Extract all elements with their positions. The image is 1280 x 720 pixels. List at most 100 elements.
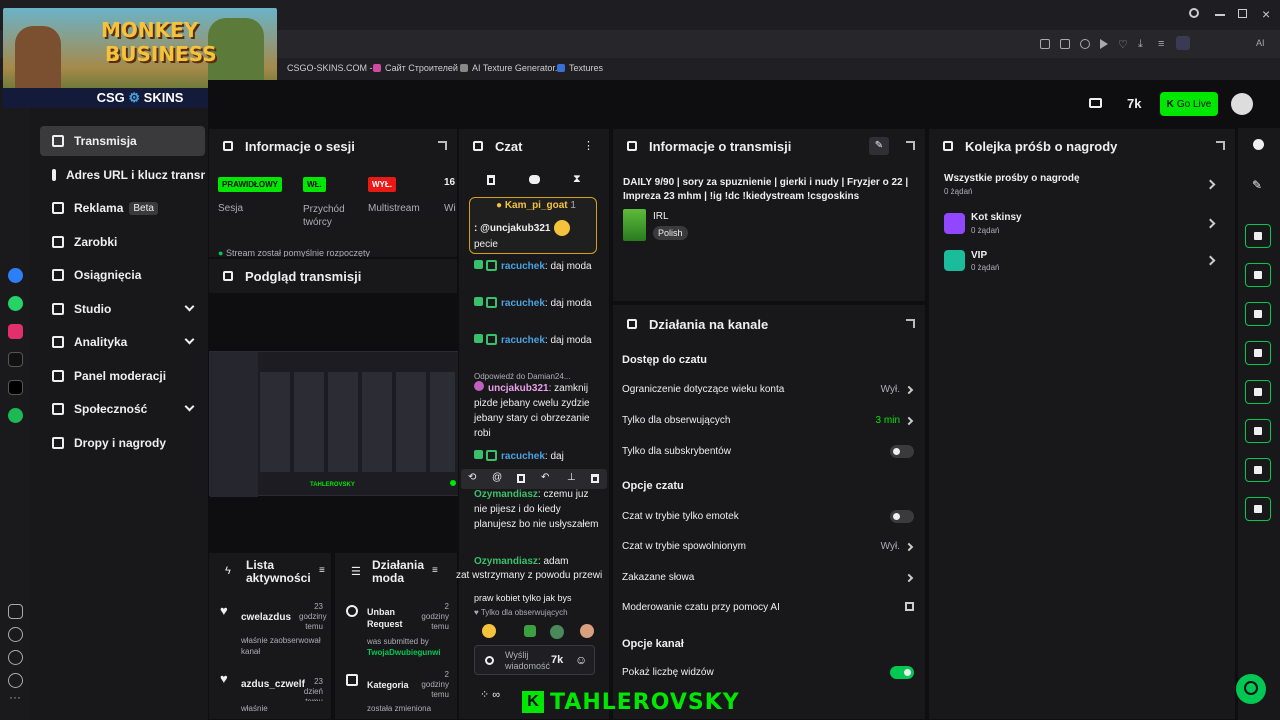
copy-icon[interactable] — [517, 474, 525, 483]
reward-item[interactable]: VIP 0 żądań — [944, 249, 1220, 277]
avatar[interactable] — [1231, 93, 1253, 115]
sidebar-item-stream-key[interactable]: Adres URL i klucz transmisji — [40, 160, 205, 190]
tool-stream-info-button[interactable] — [1245, 458, 1271, 482]
menu-icon[interactable]: ≡ — [1158, 38, 1164, 50]
play-icon[interactable] — [1100, 39, 1108, 49]
setting-row-banned-words[interactable]: Zakazane słowa — [622, 572, 914, 592]
chat-message[interactable]: Ozymandiasz: czemu juz nie pijesz i do k… — [474, 487, 600, 549]
chat-input[interactable]: Wyślij wiadomość 7k ☺ — [474, 645, 595, 675]
apps-icon[interactable] — [8, 604, 23, 619]
viewer-count-toggle[interactable] — [890, 666, 914, 679]
more-icon[interactable]: ··· — [9, 690, 21, 704]
emote-picker-icon[interactable] — [485, 656, 494, 665]
settings-icon[interactable] — [8, 673, 23, 688]
sidebar-item-moderation[interactable]: Panel moderacji — [40, 361, 205, 391]
search-icon[interactable] — [1189, 8, 1199, 18]
messenger-icon[interactable] — [8, 268, 23, 283]
activity-user[interactable]: cwelazdus — [241, 612, 291, 623]
trash-icon[interactable] — [487, 175, 495, 185]
go-live-button[interactable]: K Go Live — [1160, 92, 1218, 116]
whatsapp-icon[interactable] — [8, 296, 23, 311]
instagram-icon[interactable] — [8, 324, 23, 339]
sidebar-item-earnings[interactable]: Zarobki — [40, 227, 205, 257]
kick-logo-icon[interactable]: 7k — [1127, 96, 1141, 111]
setting-row-viewer-count[interactable]: Pokaż liczbę widzów — [622, 666, 914, 687]
tiktok-icon[interactable] — [8, 352, 23, 367]
tool-preview-button[interactable] — [1245, 380, 1271, 404]
chat-message[interactable]: racuchek: daj — [474, 449, 600, 464]
tool-mod-actions-button[interactable] — [1245, 302, 1271, 326]
close-icon[interactable]: × — [1262, 6, 1270, 22]
heart-icon[interactable]: ♡ — [1118, 38, 1128, 51]
heart-icon[interactable] — [8, 627, 23, 642]
emote-icon[interactable] — [482, 624, 496, 638]
profile-icon[interactable] — [1176, 36, 1190, 50]
sidebar-item-achievements[interactable]: Osiągnięcia — [40, 260, 205, 290]
camera-icon[interactable] — [1060, 39, 1070, 49]
popout-icon[interactable] — [906, 141, 915, 150]
filter-icon[interactable]: ≡ — [319, 565, 325, 576]
users-icon[interactable]: ⁘ — [480, 689, 489, 701]
download-icon[interactable]: ⤓ — [1138, 38, 1143, 51]
smiley-icon[interactable]: ☺ — [575, 653, 587, 667]
tool-chat-button[interactable] — [1245, 341, 1271, 365]
mod-action-title[interactable]: Unban Request — [367, 606, 422, 630]
maximize-icon[interactable] — [1238, 9, 1247, 18]
extension-icon[interactable] — [1040, 39, 1050, 49]
category-thumbnail[interactable] — [623, 209, 646, 241]
mod-action-user[interactable]: TwojaDwubiegunwi — [367, 648, 457, 657]
tool-session-button[interactable] — [1245, 224, 1271, 248]
reward-item[interactable]: Kot skinsy 0 żądań — [944, 212, 1220, 240]
x-icon[interactable] — [8, 380, 23, 395]
mention-icon[interactable]: @ — [492, 472, 502, 483]
more-options-icon[interactable]: ⋮ — [583, 139, 594, 152]
edit-icon[interactable]: ✎ — [1252, 178, 1262, 192]
chat-message[interactable]: racuchek: daj moda — [474, 333, 600, 348]
stream-tag[interactable]: Polish — [653, 226, 688, 240]
layout-icon[interactable] — [1089, 98, 1102, 108]
chat-message[interactable]: racuchek: daj moda — [474, 296, 600, 311]
sidebar-item-studio[interactable]: Studio — [40, 294, 205, 324]
hourglass-icon[interactable]: ⧗ — [573, 173, 581, 186]
shield-icon[interactable] — [1080, 39, 1090, 49]
sidebar-item-drops[interactable]: Dropy i nagrody — [40, 428, 205, 458]
setting-row-age[interactable]: Ograniczenie dotyczące wieku konta Wył. — [622, 384, 914, 404]
popout-icon[interactable] — [438, 141, 447, 150]
sidebar-item-analytics[interactable]: Analityka — [40, 327, 205, 357]
activity-user[interactable]: azdus_czwelf — [241, 679, 305, 690]
popout-icon[interactable] — [1216, 141, 1225, 150]
filter-icon[interactable]: ≡ — [432, 565, 438, 576]
chat-message[interactable]: uncjakub321: zamknij pizde jebany cwelu … — [474, 381, 600, 441]
tool-channel-button[interactable] — [1245, 419, 1271, 443]
stream-preview-video[interactable]: TAHLEROVSKY — [209, 351, 459, 497]
setting-row-followers[interactable]: Tylko dla obserwujących 3 min — [622, 415, 914, 435]
kick-emote-icon[interactable]: 7k — [551, 654, 563, 666]
spotify-icon[interactable] — [8, 408, 23, 423]
popout-icon[interactable] — [906, 319, 915, 328]
emote-icon[interactable] — [550, 625, 564, 639]
setting-row-emote-only[interactable]: Czat w trybie tylko emotek — [622, 510, 914, 531]
pinned-message[interactable]: ● Kam_pi_goat 1 : @uncjakub321 pecie — [469, 197, 597, 254]
reply-icon[interactable]: ⟲ — [468, 472, 476, 483]
emote-icon[interactable] — [524, 625, 536, 637]
bookmark-item[interactable]: Textures — [557, 63, 603, 73]
support-button[interactable] — [1236, 674, 1266, 704]
sidebar-item-ads[interactable]: Reklama Beta — [40, 193, 205, 223]
bookmark-item[interactable]: Сайт Строителей — [373, 63, 458, 73]
chat-message[interactable]: Ozymandiasz: adam — [474, 554, 600, 569]
sidebar-item-transmisja[interactable]: Transmisja — [40, 126, 205, 156]
bookmark-item[interactable]: AI Texture Generator... — [460, 63, 562, 73]
chat-bubble-icon[interactable] — [529, 175, 540, 184]
category-name[interactable]: IRL — [653, 211, 669, 222]
emote-only-toggle[interactable] — [890, 510, 914, 523]
tool-rewards-button[interactable] — [1245, 497, 1271, 521]
emote-icon[interactable] — [580, 624, 594, 638]
tool-activity-button[interactable] — [1245, 263, 1271, 287]
clock-icon[interactable] — [8, 650, 23, 665]
setting-row-subscribers[interactable]: Tylko dla subskrybentów — [622, 445, 914, 466]
info-icon[interactable] — [1253, 139, 1264, 150]
sidebar-item-community[interactable]: Społeczność — [40, 394, 205, 424]
setting-row-slow-mode[interactable]: Czat w trybie spowolnionym Wył. — [622, 541, 914, 561]
minimize-icon[interactable] — [1215, 14, 1225, 16]
all-requests-row[interactable]: Wszystkie prośby o nagrodę 0 żądań — [944, 172, 1220, 200]
